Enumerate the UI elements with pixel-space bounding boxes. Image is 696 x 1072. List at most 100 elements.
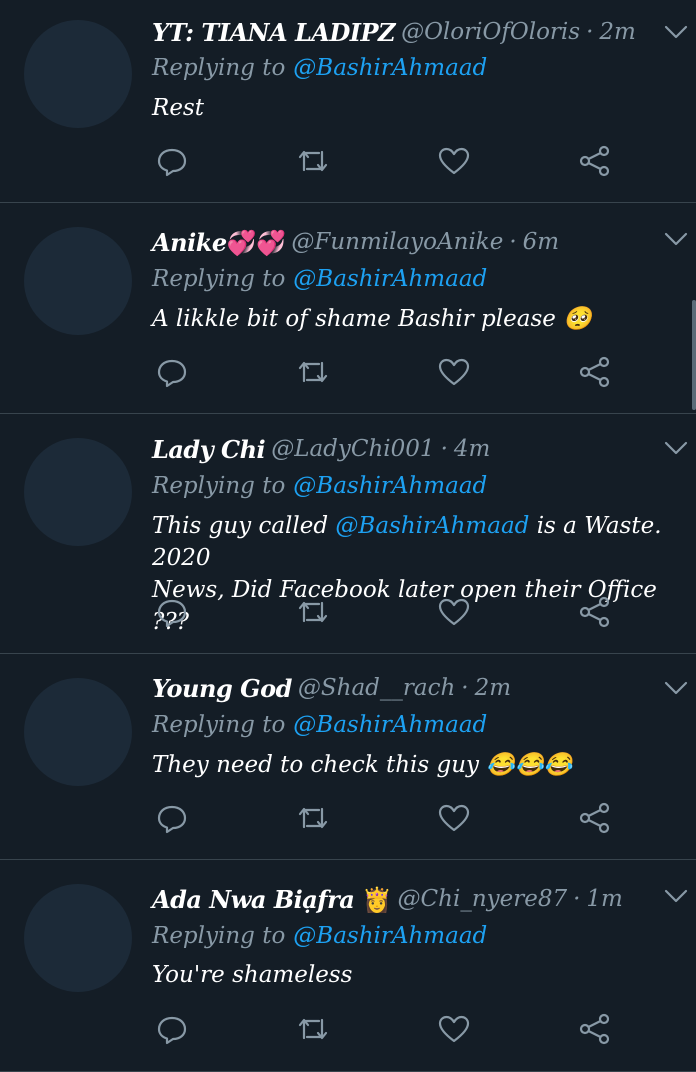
reply-button[interactable]: [154, 594, 190, 630]
chevron-down-icon[interactable]: [662, 674, 690, 702]
tweet-text: A likkle bit of shame Bashir please 🥺: [152, 303, 666, 335]
retweet-button[interactable]: [295, 143, 331, 179]
tweet-text-line: Rest: [152, 95, 204, 121]
share-button[interactable]: [577, 354, 613, 390]
name-emoji: 💞💞: [226, 228, 286, 257]
timestamp[interactable]: 2m: [599, 19, 635, 45]
reply-icon: [157, 148, 187, 177]
handle[interactable]: @FunmilayoAnike: [291, 229, 503, 255]
retweet-button[interactable]: [295, 594, 331, 630]
replying-to: Replying to @BashirAhmaad: [152, 50, 487, 86]
replying-to: Replying to @BashirAhmaad: [152, 468, 487, 504]
avatar[interactable]: [24, 438, 132, 546]
replying-to: Replying to @BashirAhmaad: [152, 261, 487, 297]
like-icon: [438, 804, 470, 832]
display-name[interactable]: YT: TIANA LADIPZ: [152, 18, 396, 47]
tweet-text-line: They need to check this guy 😂😂😂: [152, 752, 573, 778]
chevron-down-icon[interactable]: [662, 18, 690, 46]
separator: ·: [573, 886, 581, 912]
reply-button[interactable]: [154, 800, 190, 836]
reply-icon: [157, 599, 187, 628]
handle[interactable]: @LadyChi001: [271, 436, 434, 462]
display-name[interactable]: Anike💞💞: [152, 228, 286, 257]
handle[interactable]: @Chi_nyere87: [398, 886, 568, 912]
display-name[interactable]: Lady Chi: [152, 435, 266, 464]
tweet-header: Lady Chi @LadyChi001 · 4m: [152, 429, 646, 469]
retweet-icon: [298, 807, 328, 829]
separator: ·: [440, 436, 448, 462]
reply-mention-link[interactable]: @BashirAhmaad: [293, 55, 487, 81]
avatar[interactable]: [24, 884, 132, 992]
display-name[interactable]: Young God: [152, 674, 292, 703]
reply-mention-link[interactable]: @BashirAhmaad: [293, 266, 487, 292]
share-icon: [579, 1013, 610, 1045]
scrollbar[interactable]: [692, 300, 696, 410]
tweet[interactable]: Anike💞💞 @FunmilayoAnike · 6m Replying to…: [0, 203, 696, 414]
body-mention-link[interactable]: @BashirAhmaad: [335, 513, 529, 539]
replying-to-label: Replying to: [152, 266, 286, 292]
tweet[interactable]: YT: TIANA LADIPZ @OloriOfOloris · 2m Rep…: [0, 0, 696, 203]
like-button[interactable]: [436, 354, 472, 390]
share-button[interactable]: [577, 800, 613, 836]
tweet[interactable]: Ada Nwa Biạfra 👸 @Chi_nyere87 · 1m Reply…: [0, 860, 696, 1072]
display-name-text: Ada Nwa Biạfra: [152, 884, 355, 914]
timestamp[interactable]: 4m: [454, 436, 490, 462]
tweet-header: Young God @Shad__rach · 2m: [152, 668, 646, 708]
handle[interactable]: @Shad__rach: [298, 675, 455, 701]
handle[interactable]: @OloriOfOloris: [401, 19, 580, 45]
action-bar: [0, 594, 696, 634]
chevron-down-icon[interactable]: [662, 434, 690, 462]
replying-to-label: Replying to: [152, 473, 286, 499]
retweet-button[interactable]: [295, 800, 331, 836]
share-icon: [579, 802, 610, 834]
avatar[interactable]: [24, 227, 132, 335]
tweet-text: You're shameless: [152, 959, 666, 991]
reply-mention-link[interactable]: @BashirAhmaad: [293, 473, 487, 499]
avatar[interactable]: [24, 678, 132, 786]
like-button[interactable]: [436, 143, 472, 179]
replying-to: Replying to @BashirAhmaad: [152, 918, 487, 954]
replying-to: Replying to @BashirAhmaad: [152, 707, 487, 743]
retweet-icon: [298, 361, 328, 383]
timestamp[interactable]: 6m: [523, 229, 559, 255]
like-button[interactable]: [436, 1011, 472, 1047]
chevron-down-icon[interactable]: [662, 882, 690, 910]
share-icon: [579, 596, 610, 628]
share-button[interactable]: [577, 1011, 613, 1047]
separator: ·: [586, 19, 594, 45]
tweet-header: Anike💞💞 @FunmilayoAnike · 6m: [152, 222, 646, 262]
like-button[interactable]: [436, 594, 472, 630]
reply-button[interactable]: [154, 354, 190, 390]
tweet-header: YT: TIANA LADIPZ @OloriOfOloris · 2m: [152, 12, 646, 52]
tweet[interactable]: Young God @Shad__rach · 2m Replying to @…: [0, 654, 696, 860]
reply-button[interactable]: [154, 143, 190, 179]
tweet[interactable]: Lady Chi @LadyChi001 · 4m Replying to @B…: [0, 414, 696, 654]
name-emoji: 👸: [362, 885, 392, 914]
display-name[interactable]: Ada Nwa Biạfra 👸: [152, 885, 392, 914]
timestamp[interactable]: 2m: [475, 675, 511, 701]
timestamp[interactable]: 1m: [586, 886, 622, 912]
retweet-button[interactable]: [295, 354, 331, 390]
action-bar: [0, 800, 696, 840]
separator: ·: [461, 675, 469, 701]
replying-to-label: Replying to: [152, 55, 286, 81]
reply-mention-link[interactable]: @BashirAhmaad: [293, 923, 487, 949]
like-button[interactable]: [436, 800, 472, 836]
share-button[interactable]: [577, 143, 613, 179]
retweet-icon: [298, 601, 328, 623]
tweet-text-line: You're shameless: [152, 962, 353, 988]
reply-icon: [157, 359, 187, 388]
reply-icon: [157, 1016, 187, 1045]
reply-mention-link[interactable]: @BashirAhmaad: [293, 712, 487, 738]
retweet-icon: [298, 1018, 328, 1040]
share-button[interactable]: [577, 594, 613, 630]
tweet-text: Rest: [152, 92, 666, 124]
retweet-button[interactable]: [295, 1011, 331, 1047]
reply-button[interactable]: [154, 1011, 190, 1047]
like-icon: [438, 147, 470, 175]
like-icon: [438, 598, 470, 626]
reply-icon: [157, 805, 187, 834]
avatar[interactable]: [24, 20, 132, 128]
share-icon: [579, 356, 610, 388]
chevron-down-icon[interactable]: [662, 225, 690, 253]
